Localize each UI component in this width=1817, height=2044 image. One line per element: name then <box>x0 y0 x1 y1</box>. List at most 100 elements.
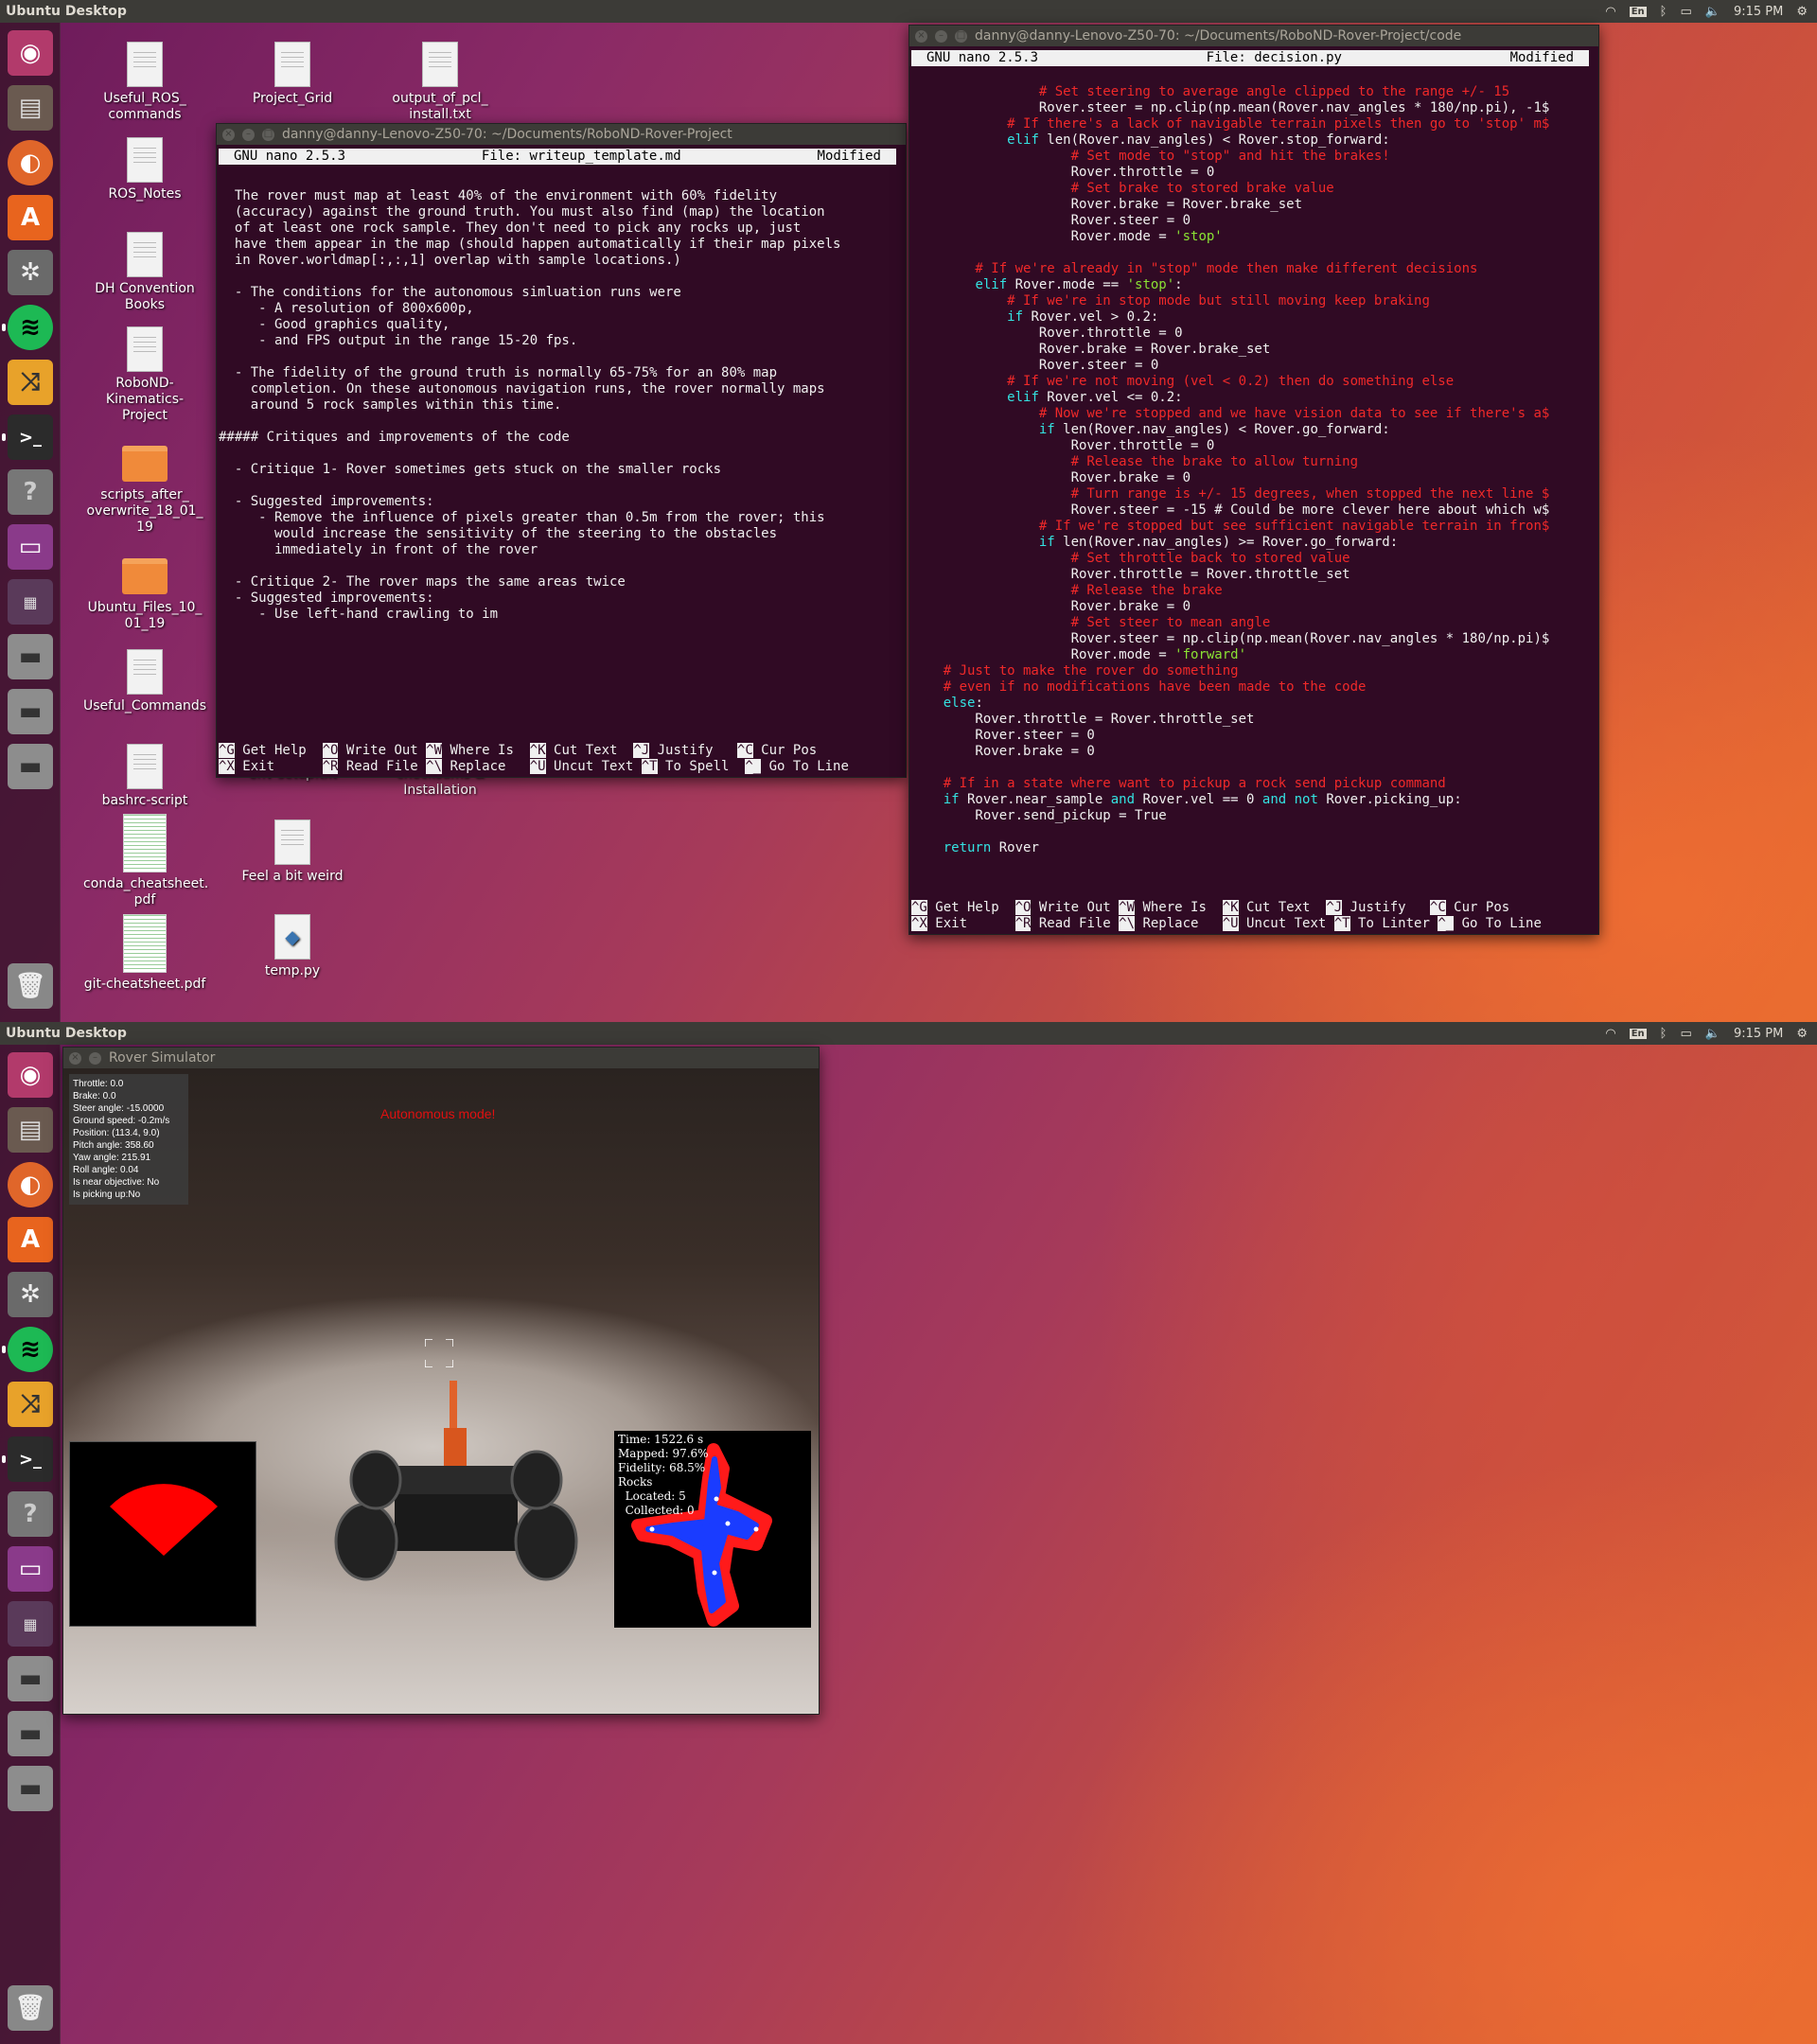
code-line: # Set steering to average angle clipped … <box>911 84 1510 99</box>
desktop-icon[interactable]: bashrc-script <box>83 744 206 809</box>
dash-icon[interactable]: ◉ <box>8 30 53 76</box>
firefox-icon[interactable]: ◐ <box>8 140 53 185</box>
keyboard-layout-indicator[interactable]: En <box>1629 1028 1647 1039</box>
system-settings-icon[interactable]: ✲ <box>8 1272 53 1317</box>
bluetooth-icon[interactable]: ᛒ <box>1660 5 1667 19</box>
code-line: around 5 rock samples within this time. <box>219 397 562 413</box>
system-settings-icon[interactable]: ✲ <box>8 250 53 295</box>
bluetooth-icon[interactable]: ᛒ <box>1660 1027 1667 1041</box>
volume-icon[interactable]: 🔈 <box>1705 5 1720 19</box>
dash-icon[interactable]: ◉ <box>8 1052 53 1098</box>
desktop-icon[interactable]: output_of_pcl_ install.txt <box>379 42 502 123</box>
desktop-icon[interactable]: git-cheatsheet.pdf <box>83 914 206 993</box>
maximize-icon[interactable]: □ <box>955 29 967 43</box>
file-icon <box>127 232 163 277</box>
meld-icon[interactable]: ⤨ <box>8 360 53 405</box>
spotify-icon[interactable]: ≋ <box>2 305 53 350</box>
drive-icon[interactable]: ▬ <box>8 689 53 734</box>
gear-icon[interactable]: ⚙ <box>1796 5 1808 19</box>
desktop-icon[interactable]: RoboND- Kinematics-Project <box>83 326 206 424</box>
window-titlebar[interactable]: × – Rover Simulator <box>63 1048 819 1068</box>
workspace-switcher-icon[interactable]: ▦ <box>8 579 53 625</box>
editor-text[interactable]: The rover must map at least 40% of the e… <box>217 172 906 623</box>
drive-icon[interactable]: ▬ <box>8 1656 53 1701</box>
volume-icon[interactable]: 🔈 <box>1705 1027 1720 1041</box>
files-icon[interactable]: ▤ <box>8 1107 53 1153</box>
files-icon[interactable]: ▤ <box>8 85 53 131</box>
wifi-icon[interactable]: ◠ <box>1605 5 1615 19</box>
trash-icon[interactable]: 🗑 <box>8 963 53 1009</box>
software-center-icon[interactable]: A <box>8 1217 53 1262</box>
close-icon[interactable]: × <box>915 29 927 43</box>
code-line: Rover.brake = Rover.brake_set <box>911 342 1271 357</box>
close-icon[interactable]: × <box>69 1051 81 1065</box>
desktop-icon[interactable]: DH Convention Books <box>83 232 206 313</box>
terminal-window-writeup[interactable]: × – □ danny@danny-Lenovo-Z50-70: ~/Docum… <box>216 123 907 778</box>
keyboard-layout-indicator[interactable]: En <box>1629 6 1647 17</box>
battery-icon[interactable]: ▭ <box>1680 5 1691 19</box>
workspace-switcher-icon[interactable]: ▦ <box>8 1601 53 1647</box>
shortcut-label: Go To Line <box>761 759 857 774</box>
terminal-window-decision[interactable]: × – □ danny@danny-Lenovo-Z50-70: ~/Docum… <box>908 25 1599 935</box>
gear-icon[interactable]: ⚙ <box>1796 1027 1808 1041</box>
window-titlebar[interactable]: × – □ danny@danny-Lenovo-Z50-70: ~/Docum… <box>909 26 1598 46</box>
maximize-icon[interactable]: □ <box>262 128 274 141</box>
window-titlebar[interactable]: × – □ danny@danny-Lenovo-Z50-70: ~/Docum… <box>217 124 906 145</box>
trash-icon[interactable]: 🗑 <box>8 1985 53 2031</box>
minimize-icon[interactable]: – <box>89 1051 101 1065</box>
desktop-icon[interactable]: Useful_Commands <box>83 649 206 714</box>
terminal-icon[interactable]: >_ <box>2 1436 53 1482</box>
desktop-icon[interactable]: Feel a bit weird <box>231 819 354 885</box>
clock[interactable]: 9:15 PM <box>1734 5 1783 19</box>
shortcut-label: Read File <box>1031 916 1120 931</box>
shortcut-label: Get Help <box>926 900 1015 915</box>
help-icon[interactable]: ? <box>8 1491 53 1537</box>
terminal-icon[interactable]: >_ <box>2 414 53 460</box>
drive-icon[interactable]: ▬ <box>8 744 53 789</box>
spotify-icon[interactable]: ≋ <box>2 1327 53 1372</box>
code-line: - Critique 2- The rover maps the same ar… <box>219 574 626 590</box>
code-line: Rover.steer = 0 <box>911 358 1159 373</box>
desktop-icon[interactable]: Ubuntu_Files_10_ 01_19 <box>83 551 206 632</box>
app-window-icon[interactable]: ▭ <box>8 524 53 570</box>
autonomous-mode-label: Autonomous mode! <box>380 1106 496 1121</box>
meld-icon[interactable]: ⤨ <box>8 1382 53 1427</box>
software-center-icon[interactable]: A <box>8 195 53 240</box>
shortcut-label: Justify <box>1342 900 1430 915</box>
code-line: - Suggested improvements: <box>219 590 434 606</box>
code-line: # Just to make the rover do something <box>911 663 1239 678</box>
code-line: # If we're stopped but see sufficient na… <box>911 519 1550 534</box>
firefox-icon[interactable]: ◐ <box>8 1162 53 1207</box>
top-panel: Ubuntu Desktop ◠ En ᛒ ▭ 🔈 9:15 PM ⚙ <box>0 0 1817 23</box>
minimize-icon[interactable]: – <box>242 128 255 141</box>
close-icon[interactable]: × <box>222 128 235 141</box>
battery-icon[interactable]: ▭ <box>1680 1027 1691 1041</box>
shortcut-row: ^X Exit ^R Read File ^\ Replace ^U Uncut… <box>219 759 856 775</box>
shortcut-label: To Linter <box>1350 916 1438 931</box>
app-window-icon[interactable]: ▭ <box>8 1546 53 1592</box>
drive-icon[interactable]: ▬ <box>8 634 53 679</box>
code-line: elif len(Rover.nav_angles) < Rover.stop_… <box>1007 132 1390 148</box>
hud-line: Throttle: 0.0 <box>73 1079 124 1089</box>
help-icon[interactable]: ? <box>8 469 53 515</box>
desktop-icon[interactable]: scripts_after_ overwrite_18_01_ 19 <box>83 438 206 536</box>
minimize-icon[interactable]: – <box>935 29 947 43</box>
desktop-icon[interactable]: Project_Grid <box>231 42 354 107</box>
editor-text[interactable]: # Set steering to average angle clipped … <box>909 68 1598 856</box>
nano-shortcuts: ^G Get Help ^O Write Out ^W Where Is ^K … <box>911 900 1549 932</box>
wifi-icon[interactable]: ◠ <box>1605 1027 1615 1041</box>
desktop-icon[interactable]: ◆ temp.py <box>231 914 354 979</box>
clock[interactable]: 9:15 PM <box>1734 1027 1783 1041</box>
desktop-icon[interactable]: conda_cheatsheet. pdf <box>83 814 208 908</box>
shortcut-label: Replace <box>1135 916 1223 931</box>
drive-icon[interactable]: ▬ <box>8 1711 53 1756</box>
desktop-icon[interactable]: ROS_Notes <box>83 137 206 203</box>
drive-icon[interactable]: ▬ <box>8 1766 53 1811</box>
shortcut-key: ^T <box>641 759 658 774</box>
simulator-viewport[interactable]: Throttle: 0.0 Brake: 0.0 Steer angle: -15.… <box>63 1068 819 1714</box>
desktop-icon[interactable]: Useful_ROS_ commands <box>83 42 206 123</box>
hud-line: Is picking up:No <box>73 1189 141 1200</box>
rover-simulator-window[interactable]: × – Rover Simulator Throttle: 0.0 Brake: … <box>62 1047 820 1715</box>
